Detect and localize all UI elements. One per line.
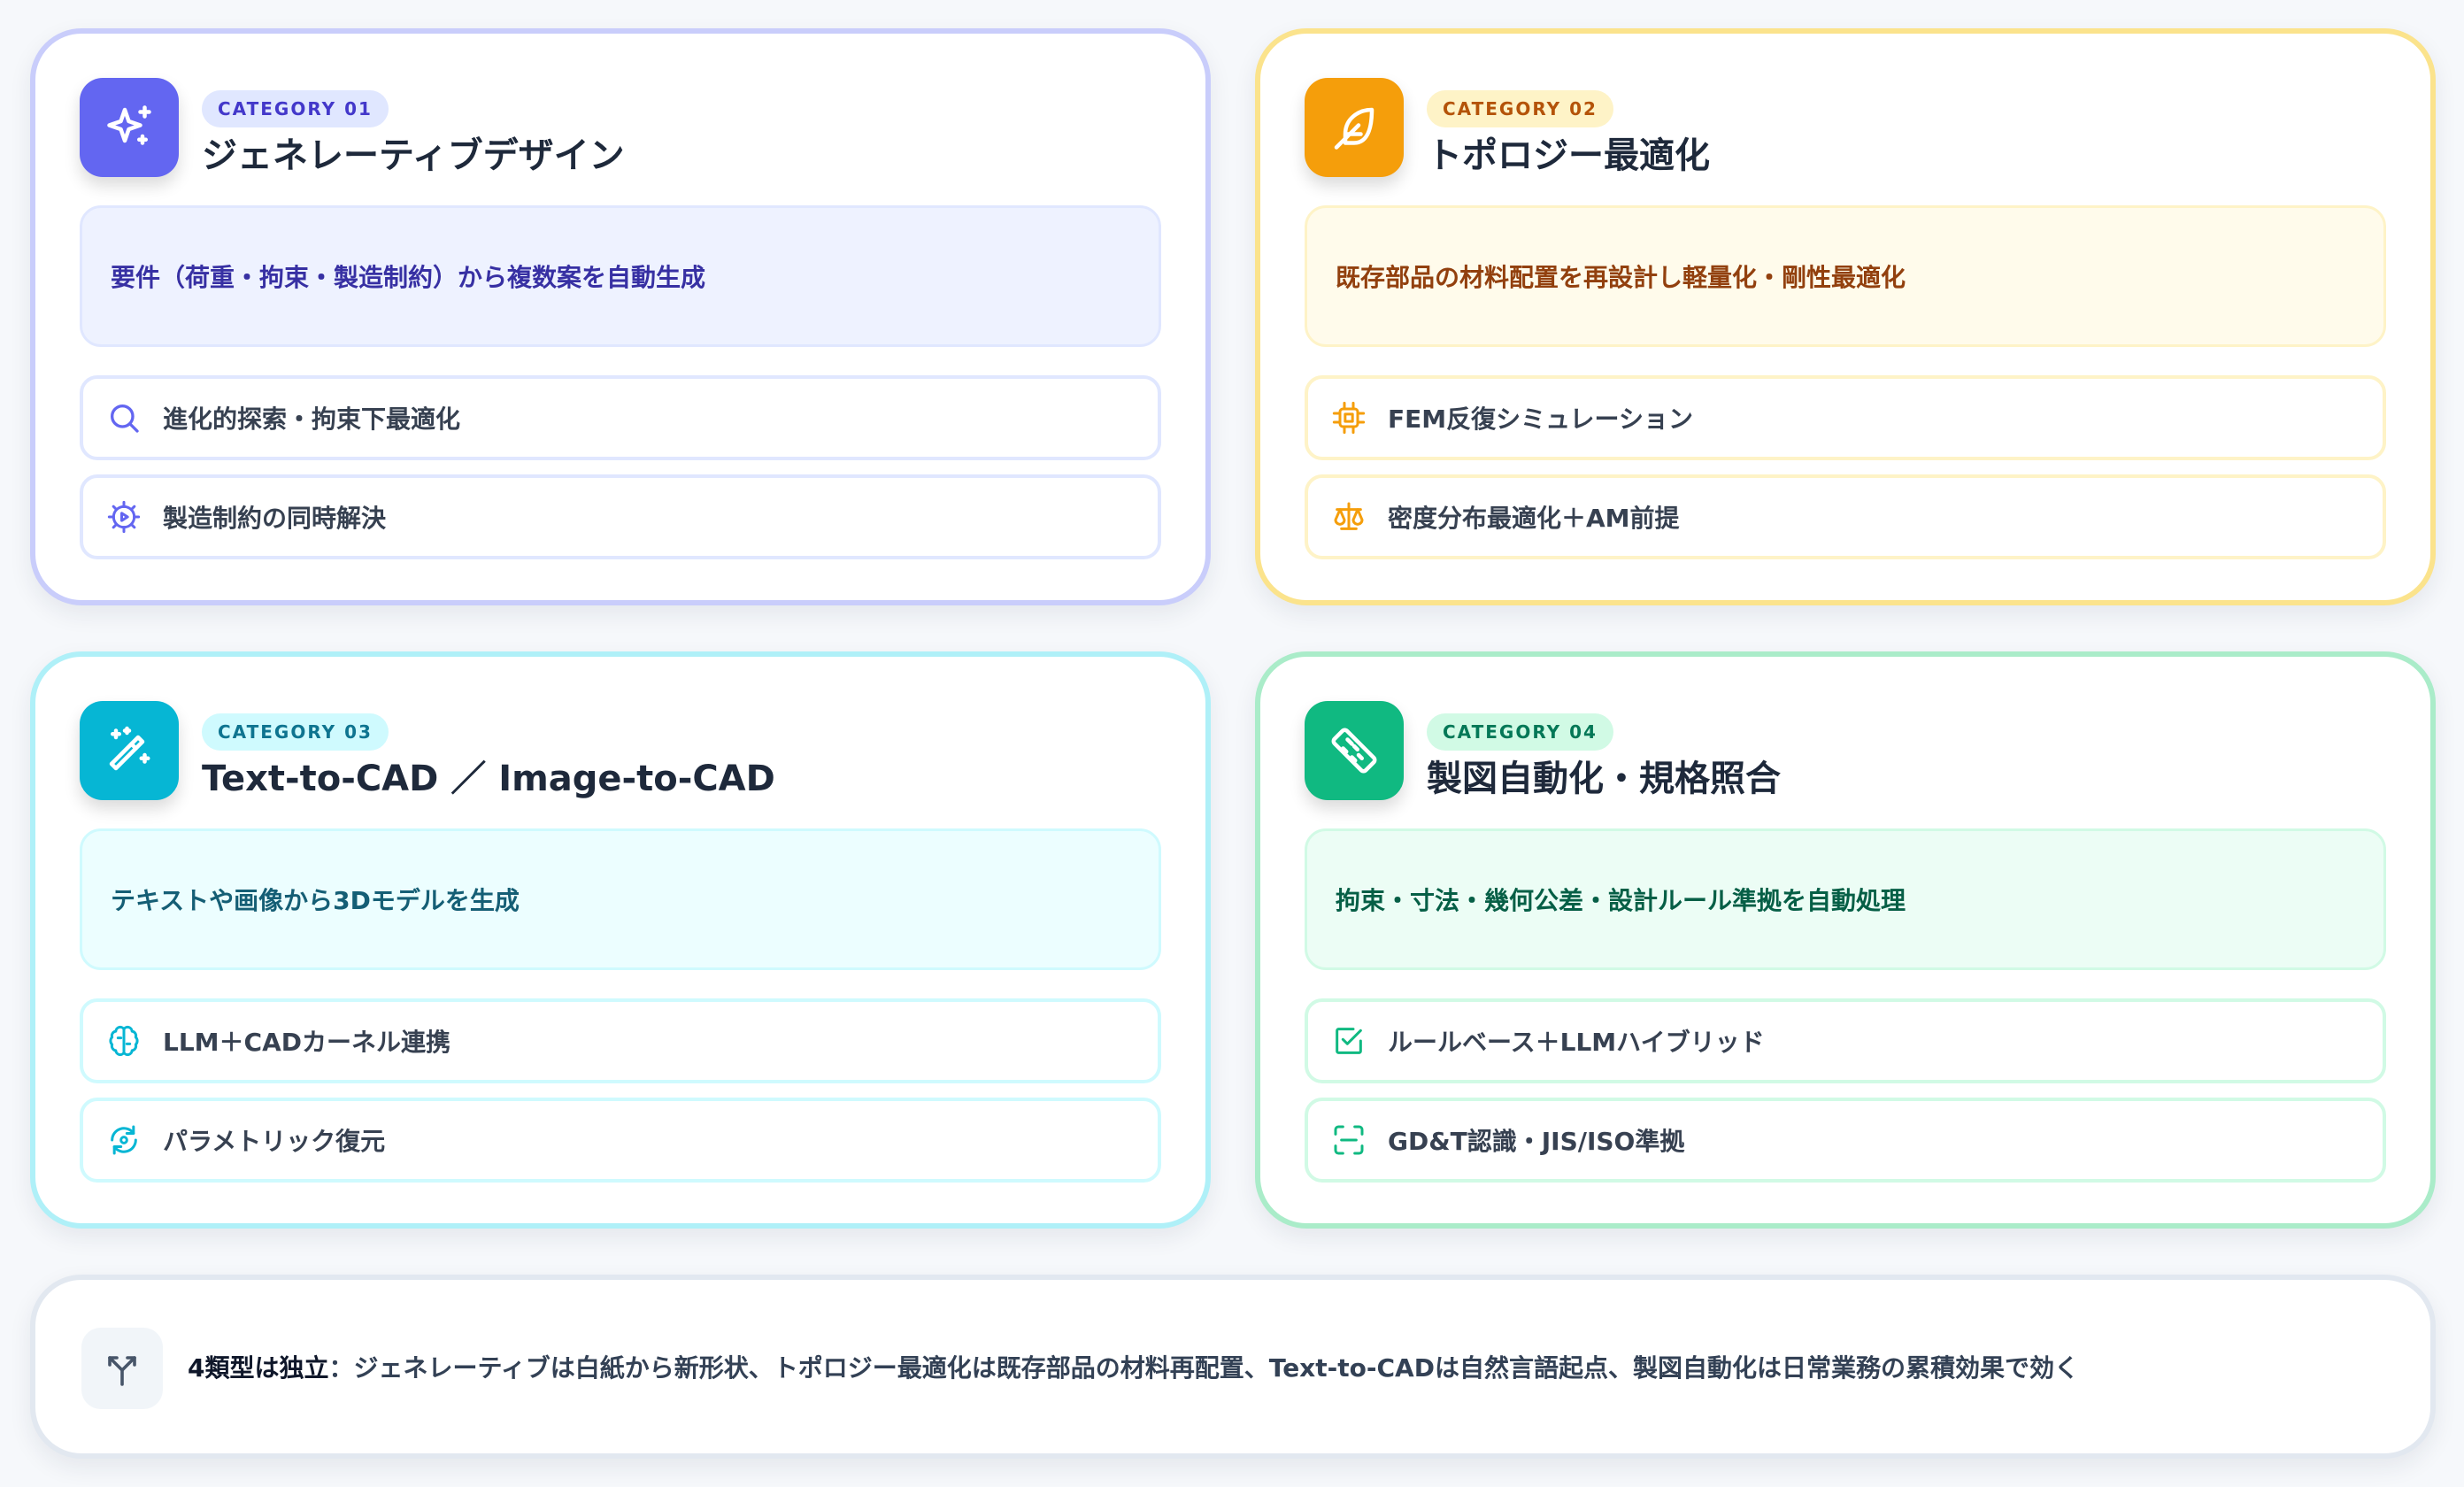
- search-icon: [111, 404, 139, 433]
- category-title: Text-to-CAD ／ Image-to-CAD: [202, 759, 775, 799]
- feature-item: 製造制約の同時解決: [80, 474, 1161, 559]
- gear-play-icon: [107, 500, 141, 534]
- ruler-icon: [1305, 701, 1404, 800]
- cpu-icon: [1332, 401, 1366, 435]
- feather-icon: [1305, 78, 1404, 177]
- category-card-topology-optimization: CATEGORY 02 トポロジー最適化 既存部品の材料配置を再設計し軽量化・剛…: [1255, 28, 2436, 605]
- feature-label: ルールベース＋LLMハイブリッド: [1388, 1028, 1765, 1057]
- feature-label: 製造制約の同時解決: [163, 504, 387, 533]
- feature-label: FEM反復シミュレーション: [1388, 404, 1693, 434]
- feature-item: LLM＋CADカーネル連携: [80, 998, 1161, 1083]
- feature-item: FEM反復シミュレーション: [1305, 375, 2386, 460]
- category-badge: CATEGORY 02: [1427, 90, 1613, 127]
- category-summary: テキストや画像から3Dモデルを生成: [80, 828, 1161, 970]
- checkbox-icon: [1336, 1028, 1362, 1054]
- category-card-text-to-cad: CATEGORY 03 Text-to-CAD ／ Image-to-CAD テ…: [30, 651, 1211, 1229]
- footer-note: 4類型は独立 ：ジェネレーティブは白紙から新形状、トポロジー最適化は既存部品の材料…: [30, 1275, 2436, 1459]
- scale-icon: [1334, 502, 1364, 530]
- feature-item: パラメトリック復元: [80, 1098, 1161, 1183]
- feature-label: 進化的探索・拘束下最適化: [163, 404, 461, 434]
- magic-wand-icon: [80, 701, 179, 800]
- feature-label: GD&T認識・JIS/ISO準拠: [1388, 1127, 1685, 1156]
- feature-item: 密度分布最適化＋AM前提: [1305, 474, 2386, 559]
- category-summary: 要件（荷重・拘束・製造制約）から複数案を自動生成: [80, 205, 1161, 347]
- category-card-drawing-automation: CATEGORY 04 製図自動化・規格照合 拘束・寸法・幾何公差・設計ルール準…: [1255, 651, 2436, 1229]
- refresh-icon: [111, 1125, 137, 1155]
- category-summary: 既存部品の材料配置を再設計し軽量化・剛性最適化: [1305, 205, 2386, 347]
- feature-label: パラメトリック復元: [163, 1127, 386, 1156]
- footer-lead: 4類型は独立: [188, 1353, 329, 1383]
- scan-icon: [1334, 1125, 1364, 1155]
- category-card-generative-design: CATEGORY 01 ジェネレーティブデザイン 要件（荷重・拘束・製造制約）か…: [30, 28, 1211, 605]
- brain-icon: [109, 1025, 139, 1057]
- category-summary: 拘束・寸法・幾何公差・設計ルール準拠を自動処理: [1305, 828, 2386, 970]
- feature-item: ルールベース＋LLMハイブリッド: [1305, 998, 2386, 1083]
- category-title: 製図自動化・規格照合: [1427, 759, 1781, 799]
- category-badge: CATEGORY 01: [202, 90, 389, 127]
- footer-text: 4類型は独立 ：ジェネレーティブは白紙から新形状、トポロジー最適化は既存部品の材料…: [188, 1280, 2079, 1453]
- feature-label: LLM＋CADカーネル連携: [163, 1028, 451, 1057]
- split-arrow-icon: [81, 1328, 163, 1409]
- feature-label: 密度分布最適化＋AM前提: [1388, 504, 1680, 533]
- feature-item: 進化的探索・拘束下最適化: [80, 375, 1161, 460]
- category-badge: CATEGORY 03: [202, 713, 389, 751]
- category-badge: CATEGORY 04: [1427, 713, 1613, 751]
- sparkles-icon: [80, 78, 179, 177]
- footer-body: ：ジェネレーティブは白紙から新形状、トポロジー最適化は既存部品の材料再配置、Te…: [328, 1353, 2079, 1383]
- category-title: ジェネレーティブデザイン: [202, 135, 625, 176]
- category-title: トポロジー最適化: [1427, 135, 1710, 176]
- feature-item: GD&T認識・JIS/ISO準拠: [1305, 1098, 2386, 1183]
